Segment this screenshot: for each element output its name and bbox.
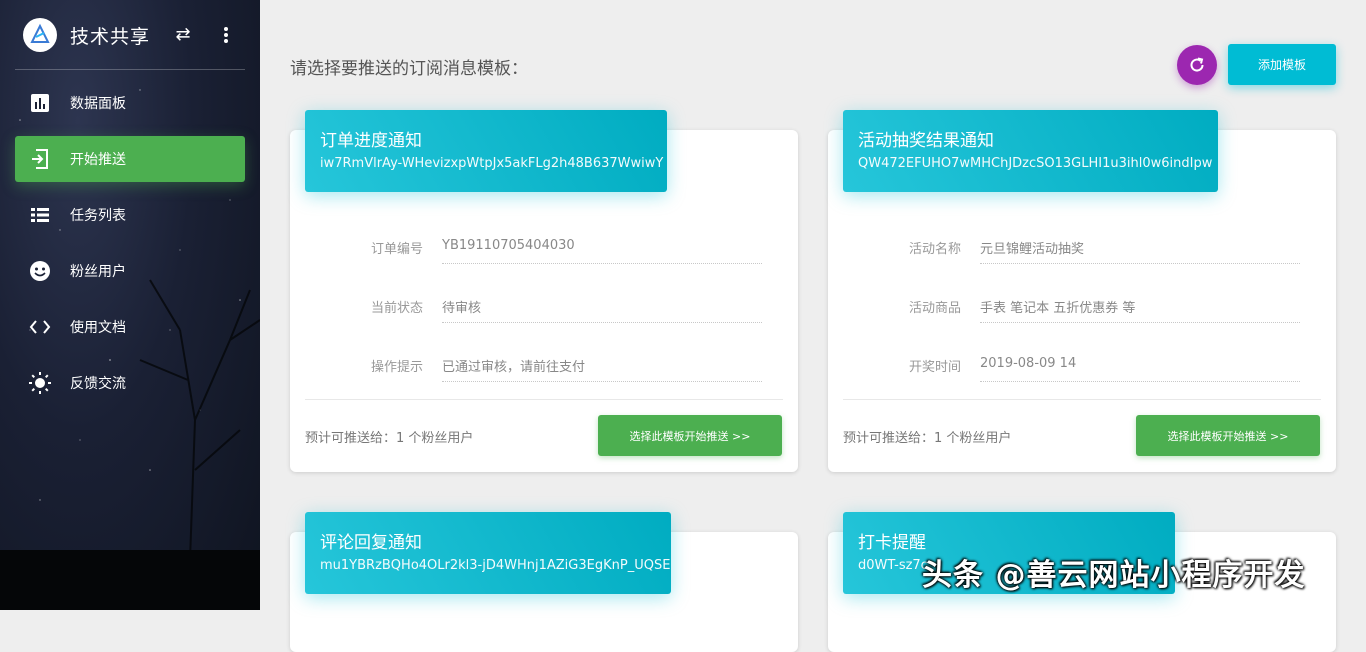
card-divider <box>305 399 783 400</box>
sidebar: 技术共享 ⇄ 数据面板 开始推送 任务列表 粉丝用户 使用文档 反馈交流 <box>0 0 260 610</box>
sidebar-item-start-push[interactable]: 开始推送 <box>15 136 245 182</box>
form-field: 活动商品 手表 笔记本 五折优惠券 等 <box>828 285 1336 325</box>
sidebar-item-fans[interactable]: 粉丝用户 <box>15 248 245 294</box>
field-value[interactable]: YB19110705404030 <box>442 238 762 253</box>
template-id: QW472EFUHO7wMHChJDzcSO13GLHI1u3ihl0w6ind… <box>858 156 1213 171</box>
template-id: d0WT-sz7c <box>858 558 928 573</box>
sidebar-item-feedback[interactable]: 反馈交流 <box>15 360 245 406</box>
sidebar-item-label: 粉丝用户 <box>70 264 126 280</box>
form-field: 开奖时间 2019-08-09 14 <box>828 344 1336 384</box>
field-underline <box>442 381 762 382</box>
card-title: 活动抽奖结果通知 <box>858 131 994 151</box>
refresh-icon <box>1190 57 1204 72</box>
field-underline <box>980 322 1300 323</box>
sidebar-item-label: 任务列表 <box>70 208 126 224</box>
main-content: 请选择要推送的订阅消息模板： 添加模板 订单进度通知 iw7RmVlrAy-WH… <box>260 0 1366 652</box>
field-value[interactable]: 2019-08-09 14 <box>980 356 1300 371</box>
template-card: 评论回复通知 mu1YBRzBQHo4OLr2kl3-jD4WHnj1AZiG3… <box>290 512 798 652</box>
add-template-button[interactable]: 添加模板 <box>1228 44 1336 85</box>
field-label: 操作提示 <box>370 360 423 375</box>
template-card: 活动抽奖结果通知 QW472EFUHO7wMHChJDzcSO13GLHI1u3… <box>828 110 1336 472</box>
sidebar-nav: 数据面板 开始推送 任务列表 粉丝用户 使用文档 反馈交流 <box>0 80 260 416</box>
sidebar-item-label: 反馈交流 <box>70 376 126 392</box>
field-underline <box>980 381 1300 382</box>
field-label: 订单编号 <box>370 242 423 257</box>
template-id: mu1YBRzBQHo4OLr2kl3-jD4WHnj1AZiG3EgKnP_U… <box>320 558 671 573</box>
face-icon <box>28 259 52 283</box>
brand: 技术共享 ⇄ <box>0 0 260 70</box>
card-title: 评论回复通知 <box>320 533 422 553</box>
start-push-button[interactable]: 选择此模板开始推送 >> <box>598 415 782 456</box>
push-icon <box>28 147 52 171</box>
brand-title: 技术共享 <box>70 26 151 48</box>
field-value[interactable]: 已通过审核，请前往支付 <box>442 356 762 375</box>
sidebar-item-dashboard[interactable]: 数据面板 <box>15 80 245 126</box>
start-push-button[interactable]: 选择此模板开始推送 >> <box>1136 415 1320 456</box>
push-estimate: 预计可推送给：1 个粉丝用户 <box>305 431 474 446</box>
more-vert-icon[interactable] <box>216 24 236 46</box>
card-divider <box>843 399 1321 400</box>
card-title: 打卡提醒 <box>858 533 926 553</box>
bar-chart-icon <box>28 91 52 115</box>
form-field: 订单编号 YB19110705404030 <box>290 226 798 266</box>
field-value[interactable]: 元旦锦鲤活动抽奖 <box>980 238 1300 257</box>
push-estimate: 预计可推送给：1 个粉丝用户 <box>843 431 1012 446</box>
field-value[interactable]: 待审核 <box>442 297 762 316</box>
logo-icon <box>30 23 50 43</box>
field-underline <box>442 322 762 323</box>
sidebar-item-label: 数据面板 <box>70 96 126 112</box>
field-value[interactable]: 手表 笔记本 五折优惠券 等 <box>980 297 1300 316</box>
field-label: 活动商品 <box>908 301 961 316</box>
card-title: 订单进度通知 <box>320 131 422 151</box>
watermark: 头条 @善云网站小程序开发 <box>922 558 1306 593</box>
field-underline <box>442 263 762 264</box>
sun-icon <box>28 371 52 395</box>
page-title: 请选择要推送的订阅消息模板： <box>290 59 528 79</box>
refresh-button[interactable] <box>1177 45 1217 85</box>
form-field: 活动名称 元旦锦鲤活动抽奖 <box>828 226 1336 266</box>
template-card: 订单进度通知 iw7RmVlrAy-WHevizxpWtpJx5akFLg2h4… <box>290 110 798 472</box>
brand-divider <box>15 69 245 70</box>
field-label: 开奖时间 <box>908 360 961 375</box>
field-label: 活动名称 <box>908 242 961 257</box>
field-underline <box>980 263 1300 264</box>
swap-icon[interactable]: ⇄ <box>172 24 194 46</box>
sidebar-item-task-list[interactable]: 任务列表 <box>15 192 245 238</box>
form-field: 操作提示 已通过审核，请前往支付 <box>290 344 798 384</box>
sidebar-item-label: 使用文档 <box>70 320 126 336</box>
form-field: 当前状态 待审核 <box>290 285 798 325</box>
card-header: 评论回复通知 mu1YBRzBQHo4OLr2kl3-jD4WHnj1AZiG3… <box>305 512 671 594</box>
sidebar-item-docs[interactable]: 使用文档 <box>15 304 245 350</box>
field-label: 当前状态 <box>370 301 423 316</box>
ground-silhouette <box>0 550 260 610</box>
card-header: 订单进度通知 iw7RmVlrAy-WHevizxpWtpJx5akFLg2h4… <box>305 110 667 192</box>
card-header: 活动抽奖结果通知 QW472EFUHO7wMHChJDzcSO13GLHI1u3… <box>843 110 1218 192</box>
list-icon <box>28 203 52 227</box>
template-id: iw7RmVlrAy-WHevizxpWtpJx5akFLg2h48B637Ww… <box>320 156 664 171</box>
code-icon <box>28 315 52 339</box>
sidebar-item-label: 开始推送 <box>70 152 126 168</box>
logo[interactable] <box>23 18 57 52</box>
